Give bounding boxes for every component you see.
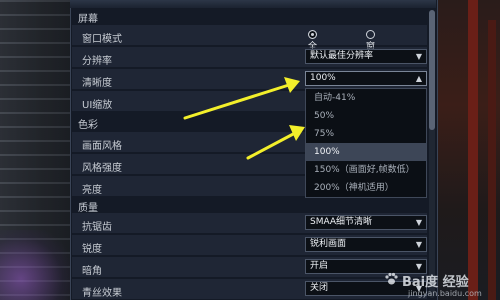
sharpness-select[interactable]: 锐利画面 ▼ [305, 237, 427, 252]
paw-icon [385, 272, 398, 285]
clarity-dropdown-list: 自动-41% 50% 75% 100% 150%（画面好,帧数低） 200%（神… [305, 88, 427, 198]
chevron-down-icon: ▼ [415, 218, 422, 227]
section-color: 色彩 [78, 120, 98, 131]
scrollbar-thumb[interactable] [429, 10, 435, 130]
background-pavilion [436, 0, 500, 300]
background-stone-steps [0, 0, 70, 300]
dropdown-option[interactable]: 自动-41% [306, 89, 426, 107]
resolution-label: 分辨率 [82, 56, 112, 67]
dropdown-option-selected[interactable]: 100% [306, 143, 426, 161]
dropdown-option[interactable]: 50% [306, 107, 426, 125]
chevron-up-icon: ▲ [415, 74, 422, 83]
hair-effect-label: 青丝效果 [82, 288, 122, 299]
radio-unselected-icon [366, 30, 375, 39]
section-screen: 屏幕 [78, 14, 98, 25]
chevron-down-icon: ▼ [415, 52, 422, 61]
row-clarity: 清晰度 100% ▲ [72, 69, 427, 89]
clarity-select[interactable]: 100% ▲ [305, 71, 427, 86]
row-sharpness: 锐度 锐利画面 ▼ [72, 235, 427, 255]
picture-style-label: 画面风格 [82, 141, 122, 152]
row-vignette: 暗角 开启 ▼ [72, 257, 427, 277]
section-quality: 质量 [78, 203, 98, 214]
antialias-label: 抗锯齿 [82, 222, 112, 233]
dropdown-option[interactable]: 75% [306, 125, 426, 143]
panel-top-bar [70, 0, 436, 8]
chevron-down-icon: ▼ [415, 240, 422, 249]
row-window-mode: 窗口模式 全屏 窗口 [72, 25, 427, 64]
radio-selected-icon [308, 30, 317, 39]
row-hair-effect: 青丝效果 关闭 ▼ [72, 279, 427, 299]
sharpness-label: 锐度 [82, 244, 102, 255]
style-strength-label: 风格强度 [82, 163, 122, 174]
resolution-select[interactable]: 默认最佳分辨率 ▼ [305, 49, 427, 64]
dropdown-option[interactable]: 200%（神机适用） [306, 179, 426, 197]
vignette-label: 暗角 [82, 266, 102, 277]
dropdown-option[interactable]: 150%（画面好,帧数低） [306, 161, 426, 179]
radio-window[interactable]: 窗口 [366, 29, 379, 64]
clarity-label: 清晰度 [82, 78, 112, 89]
row-antialias: 抗锯齿 SMAA细节清晰 ▼ [72, 213, 427, 233]
brightness-label: 亮度 [82, 185, 102, 196]
window-mode-label: 窗口模式 [82, 34, 122, 45]
row-resolution: 分辨率 默认最佳分辨率 ▼ [72, 47, 427, 67]
watermark-url: jingyan.baidu.com [408, 289, 482, 298]
radio-fullscreen[interactable]: 全屏 [308, 29, 321, 64]
antialias-select[interactable]: SMAA细节清晰 ▼ [305, 215, 427, 230]
scrollbar[interactable] [429, 10, 435, 298]
ui-scale-label: UI缩放 [82, 100, 113, 111]
